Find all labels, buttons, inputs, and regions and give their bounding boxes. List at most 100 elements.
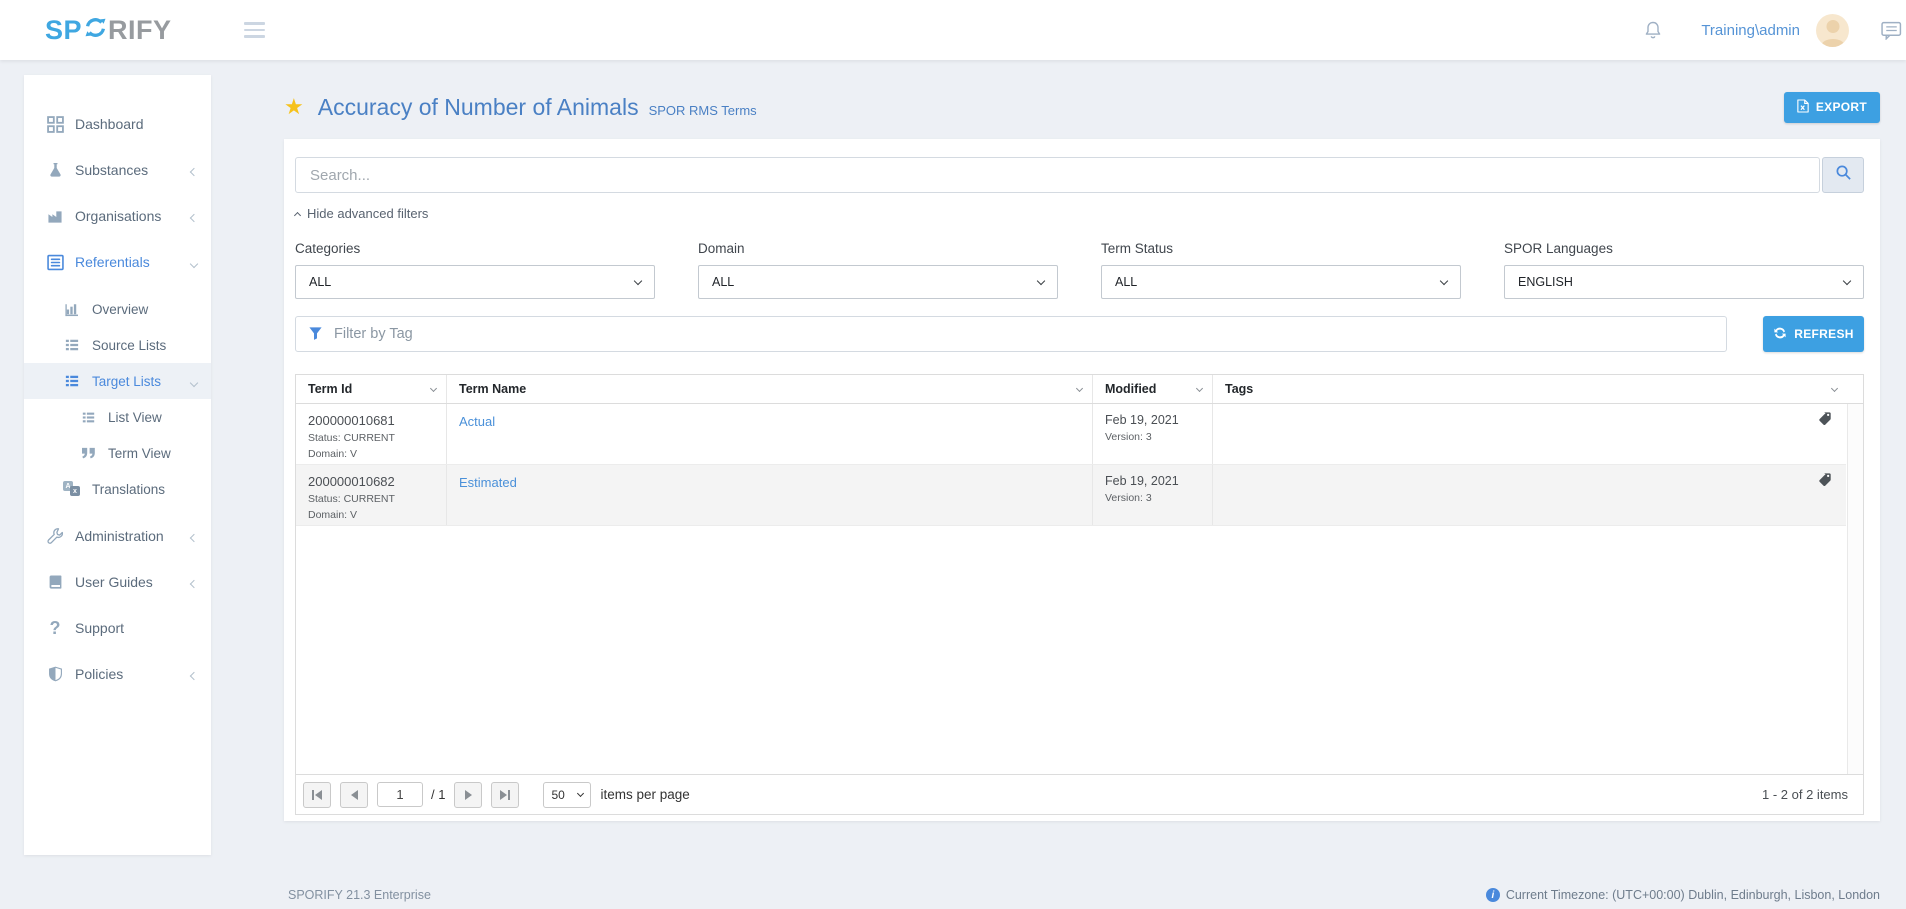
filter-label-categories: Categories	[295, 241, 655, 256]
page-size-value: 50	[551, 788, 564, 802]
user-avatar[interactable]	[1816, 14, 1849, 47]
sidebar-item-label: Term View	[108, 446, 171, 461]
chevron-down-icon	[1037, 277, 1045, 285]
column-header-term-id[interactable]: Term Id	[296, 375, 447, 403]
list-alt-icon	[45, 254, 65, 271]
sidebar-item-label: Organisations	[75, 208, 161, 224]
sidebar-item-label: Source Lists	[92, 338, 166, 353]
term-name-link[interactable]: Estimated	[459, 475, 517, 490]
main-content: ★ Accuracy of Number of Animals SPOR RMS…	[284, 75, 1880, 821]
chevron-left-icon	[191, 666, 197, 682]
current-page-input[interactable]	[377, 782, 423, 807]
sidebar-item-target-lists[interactable]: Target Lists	[24, 363, 211, 399]
quote-icon	[78, 447, 98, 460]
tag-icon[interactable]	[1818, 472, 1832, 525]
domain-select-value: ALL	[712, 275, 734, 289]
refresh-button[interactable]: REFRESH	[1763, 316, 1864, 352]
tag-icon[interactable]	[1818, 411, 1832, 464]
search-icon	[1835, 164, 1852, 186]
term-id: 200000010682	[308, 474, 434, 489]
info-icon: i	[1486, 888, 1500, 902]
flask-icon	[45, 162, 65, 178]
column-header-term-name[interactable]: Term Name	[447, 375, 1093, 403]
sidebar-item-policies[interactable]: Policies	[24, 651, 211, 697]
advanced-filters: Categories ALL Domain ALL Term Status	[295, 241, 1864, 299]
domain-select[interactable]: ALL	[698, 265, 1058, 299]
chevron-up-icon	[294, 211, 301, 218]
column-menu-chevron-icon[interactable]	[1196, 384, 1203, 391]
logged-in-user[interactable]: Training\admin	[1701, 22, 1800, 39]
sidebar-toggle-hamburger-icon[interactable]	[244, 18, 265, 42]
term-domain: Domain: V	[308, 448, 434, 460]
categories-select-value: ALL	[309, 275, 331, 289]
column-header-tags[interactable]: Tags	[1213, 375, 1847, 403]
filter-label-spor-languages: SPOR Languages	[1504, 241, 1864, 256]
sidebar-item-substances[interactable]: Substances	[24, 147, 211, 193]
sidebar-item-label: Target Lists	[92, 374, 161, 389]
hide-advanced-filters-label: Hide advanced filters	[307, 206, 428, 221]
list-icon	[78, 411, 98, 424]
logo-text-prefix: SP	[45, 15, 82, 46]
items-range-summary: 1 - 2 of 2 items	[1762, 787, 1848, 802]
sidebar-item-label: Overview	[92, 302, 148, 317]
sidebar-item-referentials[interactable]: Referentials	[24, 239, 211, 285]
sidebar-item-label: Substances	[75, 162, 148, 178]
chevron-down-icon	[191, 374, 197, 389]
excel-file-icon	[1797, 99, 1809, 116]
sidebar-item-support[interactable]: ? Support	[24, 605, 211, 651]
column-menu-chevron-icon[interactable]	[1076, 384, 1083, 391]
next-page-button[interactable]	[454, 782, 482, 808]
sporify-logo: SP RIFY	[45, 13, 172, 47]
sidebar-item-label: Policies	[75, 666, 123, 682]
first-page-button[interactable]	[303, 782, 331, 808]
sidebar-item-list-view[interactable]: List View	[24, 399, 211, 435]
table-body: 200000010681 Status: CURRENT Domain: V A…	[296, 404, 1863, 774]
column-header-modified[interactable]: Modified	[1093, 375, 1213, 403]
export-button[interactable]: EXPORT	[1784, 92, 1880, 123]
page-title: Accuracy of Number of Animals	[318, 94, 639, 121]
sidebar-nav: Dashboard Substances Organisations	[24, 75, 211, 855]
term-status: Status: CURRENT	[308, 493, 434, 505]
app-window: SP RIFY Training\admin	[0, 0, 1906, 909]
chevron-left-icon	[191, 208, 197, 224]
question-mark-icon: ?	[45, 619, 65, 637]
categories-select[interactable]: ALL	[295, 265, 655, 299]
sidebar-item-label: Dashboard	[75, 116, 144, 132]
term-status: Status: CURRENT	[308, 432, 434, 444]
modified-date: Feb 19, 2021	[1105, 474, 1200, 488]
sidebar-item-user-guides[interactable]: User Guides	[24, 559, 211, 605]
spor-languages-select[interactable]: ENGLISH	[1504, 265, 1864, 299]
last-page-button[interactable]	[491, 782, 519, 808]
sidebar-item-label: Translations	[92, 482, 165, 497]
sidebar-item-label: Support	[75, 620, 124, 636]
search-input[interactable]	[295, 157, 1820, 193]
column-menu-chevron-icon[interactable]	[1831, 384, 1838, 391]
sidebar-item-translations[interactable]: Ax Translations	[24, 471, 211, 507]
favorite-star-icon[interactable]: ★	[284, 96, 304, 118]
previous-page-button[interactable]	[340, 782, 368, 808]
sidebar-item-overview[interactable]: Overview	[24, 291, 211, 327]
chevron-down-icon	[577, 790, 584, 797]
app-version-label: SPORIFY 21.3 Enterprise	[288, 888, 431, 902]
page-size-select[interactable]: 50	[543, 782, 591, 808]
sidebar-item-administration[interactable]: Administration	[24, 513, 211, 559]
table-scrollbar-track[interactable]	[1847, 404, 1863, 774]
term-id: 200000010681	[308, 413, 434, 428]
column-menu-chevron-icon[interactable]	[430, 384, 437, 391]
hide-advanced-filters-toggle[interactable]: Hide advanced filters	[295, 206, 428, 221]
sidebar-item-dashboard[interactable]: Dashboard	[24, 101, 211, 147]
term-domain: Domain: V	[308, 509, 434, 521]
refresh-icon	[1773, 326, 1787, 343]
feedback-comment-icon[interactable]	[1881, 21, 1902, 40]
notifications-bell-icon[interactable]	[1643, 20, 1663, 40]
sidebar-item-organisations[interactable]: Organisations	[24, 193, 211, 239]
filter-by-tag-input[interactable]	[295, 316, 1727, 352]
term-name-link[interactable]: Actual	[459, 414, 495, 429]
page-subtitle: SPOR RMS Terms	[649, 96, 757, 118]
chevron-down-icon	[191, 254, 197, 270]
search-button[interactable]	[1822, 157, 1864, 193]
sidebar-item-term-view[interactable]: Term View	[24, 435, 211, 471]
sync-icon	[82, 13, 108, 47]
term-status-select[interactable]: ALL	[1101, 265, 1461, 299]
sidebar-item-source-lists[interactable]: Source Lists	[24, 327, 211, 363]
